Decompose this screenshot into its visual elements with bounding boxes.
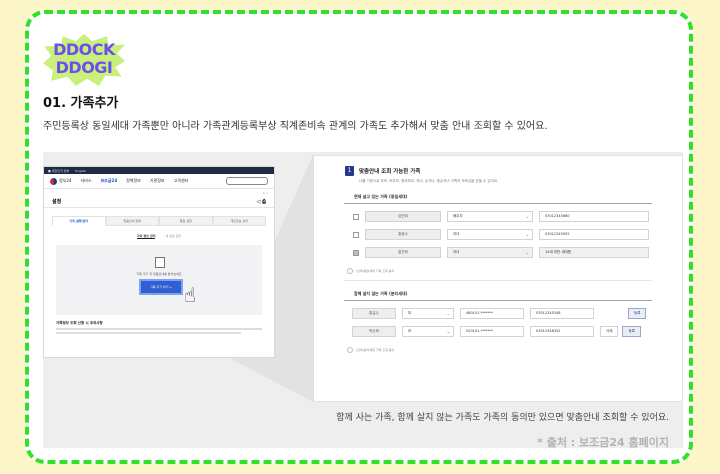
document-icon xyxy=(155,257,165,268)
panel-subtitle: 나를 기준으로 부모, 조부모, 증조부모, 자녀, 손자녀, 증손자녀 가족의… xyxy=(359,179,499,183)
tab-custom[interactable]: 맞춤안내 항목 xyxy=(105,216,159,226)
phone-field[interactable]: 03012345348 xyxy=(530,308,594,319)
register-button[interactable]: 등록 xyxy=(622,326,641,337)
ddock-ddogi-logo: DDOCK DDOGI xyxy=(43,34,125,86)
same-household-group: 현재 살고 있는 가족 (동일세대) 김민희 배우자 ⌄ 03012345680 … xyxy=(344,184,652,281)
relation-value: 배우자 xyxy=(453,214,463,218)
gnb-item[interactable]: 기관정보 xyxy=(150,178,165,184)
breadcrumb: ⌂ > xyxy=(262,191,268,195)
relation-select[interactable]: 배우자 ⌄ xyxy=(447,211,533,222)
relation-select[interactable]: 모 ⌄ xyxy=(402,326,454,337)
source-credit: * 출처 : 보조금24 홈페이지 xyxy=(537,436,669,448)
family-name: 김민희 xyxy=(365,211,441,222)
government-emblem-icon xyxy=(50,177,57,185)
step-number: 1 xyxy=(345,166,354,176)
site-tabs: 가족 실행/관리 맞춤안내 항목 알림 설정 개인정보 관리 xyxy=(52,216,266,226)
site-name: 정부24 xyxy=(59,178,72,183)
gnb-item[interactable]: 서비스 xyxy=(80,178,91,184)
register-button[interactable]: 등록 xyxy=(628,308,647,319)
relation-value: 부 xyxy=(408,311,412,315)
phone-field[interactable]: 03012348352 xyxy=(530,326,594,337)
delete-button[interactable]: 삭제 xyxy=(600,326,619,337)
family-id-field[interactable]: 03012345002 xyxy=(539,229,649,240)
empty-message: 가족 추가 후 맞춤안내를 받아보세요 xyxy=(136,272,182,276)
utility-bar: ■ 대한민국 정부 English xyxy=(44,167,274,174)
family-checkbox[interactable] xyxy=(353,213,359,220)
subtab-my-info[interactable]: 내 정보 관리 xyxy=(165,234,181,239)
site-search-input[interactable] xyxy=(226,177,268,185)
relation-value: 자녀 xyxy=(453,250,460,254)
tab-alarm[interactable]: 알림 설정 xyxy=(159,216,213,226)
rrn-field[interactable]: 520101-******* xyxy=(460,326,524,337)
radio-icon[interactable] xyxy=(347,268,353,274)
rrn-field[interactable]: 480101-******* xyxy=(460,308,524,319)
family-name: 홍연희 xyxy=(365,247,441,258)
share-icon[interactable]: ◁ ⎙ xyxy=(256,197,266,207)
site-subtabs: 가족 정보 관리 내 정보 관리 xyxy=(44,234,274,239)
notice-section: 가족정보 조회 신청 시 주의사항 xyxy=(44,315,274,342)
pointer-hand-icon: ☝ xyxy=(183,283,196,307)
section-description: 주민등록상 동일세대 가족뿐만 아니라 가족관계등록부상 직계존비속 관계의 가… xyxy=(43,121,548,132)
consent-label: (선택)동일세대 가족 조회 동의 xyxy=(356,269,395,273)
illustration-caption: 함께 사는 가족, 함께 살지 않는 가족도 가족의 동의만 있으면 맞춤안내 … xyxy=(336,413,669,423)
notice-title: 가족정보 조회 신청 시 주의사항 xyxy=(56,321,103,325)
relation-select: 자녀 ⌄ xyxy=(447,247,533,258)
tab-family[interactable]: 가족 실행/관리 xyxy=(52,216,106,226)
family-row: 박순희 모 ⌄ 520101-******* 03012348352 삭제 등록 xyxy=(344,326,652,337)
chevron-down-icon: ⌄ xyxy=(525,250,529,255)
family-name: 홍동수 xyxy=(365,229,441,240)
family-checkbox[interactable] xyxy=(353,231,359,238)
empty-family-area: 가족 추가 후 맞춤안내를 받아보세요 가족 추가 하기 + ☝ xyxy=(56,245,262,315)
family-row: 김민희 배우자 ⌄ 03012345680 xyxy=(344,211,652,222)
gnb-item[interactable]: 정책정보 xyxy=(126,178,141,184)
add-family-button[interactable]: 가족 추가 하기 + xyxy=(139,279,183,295)
site-gnb: 정부24 서비스 보조금24 정책정보 기관정보 고객센터 xyxy=(44,174,274,189)
family-row: 홍연희 자녀 ⌄ 14세 미만 세대원 xyxy=(344,247,652,258)
family-checkbox-disabled xyxy=(353,249,359,256)
logo-line-2: DDOGI xyxy=(55,58,113,77)
family-name: 박순희 xyxy=(352,326,396,337)
family-row: 홍동수 자녀 ⌄ 03012345002 xyxy=(344,229,652,240)
family-id-field: 14세 미만 세대원 xyxy=(539,247,649,258)
illustration-area: ■ 대한민국 정부 English 정부24 서비스 보조금24 정책정보 기관정… xyxy=(43,152,683,448)
site-page-title-text: 설정 xyxy=(52,199,62,205)
section-title: 01. 가족추가 xyxy=(43,96,119,111)
chevron-down-icon: ⌄ xyxy=(525,232,529,237)
chevron-down-icon: ⌄ xyxy=(525,214,529,219)
chevron-down-icon: ⌄ xyxy=(446,311,450,316)
family-id-field[interactable]: 03012345680 xyxy=(539,211,649,222)
separate-household-group: 함께 살지 않는 가족 (분리세대) 홍길수 부 ⌄ 480101-*******… xyxy=(344,281,652,359)
consent-label: (선택)분리세대 가족 조회 동의 xyxy=(356,348,395,352)
site-screenshot: ■ 대한민국 정부 English 정부24 서비스 보조금24 정책정보 기관정… xyxy=(43,166,275,358)
chevron-down-icon: ⌄ xyxy=(446,329,450,334)
group-title: 함께 살지 않는 가족 (분리세대) xyxy=(344,281,652,301)
site-brand[interactable]: 정부24 xyxy=(50,177,72,185)
relation-select[interactable]: 자녀 ⌄ xyxy=(447,229,533,240)
consent-option[interactable]: (선택)분리세대 가족 조회 동의 xyxy=(344,337,652,359)
group-title: 현재 살고 있는 가족 (동일세대) xyxy=(344,184,652,204)
relation-value: 모 xyxy=(408,329,412,333)
logo-line-1: DDOCK xyxy=(53,40,115,59)
gnb-item[interactable]: 보조금24 xyxy=(101,178,118,184)
radio-icon[interactable] xyxy=(347,347,353,353)
panel-title: 맞춤안내 조회 가능한 가족 xyxy=(359,169,421,175)
consent-option[interactable]: (선택)동일세대 가족 조회 동의 xyxy=(344,258,652,281)
gnb-item[interactable]: 고객센터 xyxy=(174,178,189,184)
content-card: DDOCK DDOGI 01. 가족추가 주민등록상 동일세대 가족뿐만 아니라… xyxy=(25,10,693,464)
site-page-title: 설정 ◁ ⎙ xyxy=(44,197,274,208)
subtab-family-info[interactable]: 가족 정보 관리 xyxy=(136,234,156,239)
family-panel: 1 맞춤안내 조회 가능한 가족 나를 기준으로 부모, 조부모, 증조부모, … xyxy=(313,155,683,402)
relation-value: 자녀 xyxy=(453,232,460,236)
relation-select[interactable]: 부 ⌄ xyxy=(402,308,454,319)
tab-privacy[interactable]: 개인정보 관리 xyxy=(212,216,266,226)
family-name: 홍길수 xyxy=(352,308,396,319)
family-row: 홍길수 부 ⌄ 480101-******* 03012345348 등록 xyxy=(344,308,652,319)
